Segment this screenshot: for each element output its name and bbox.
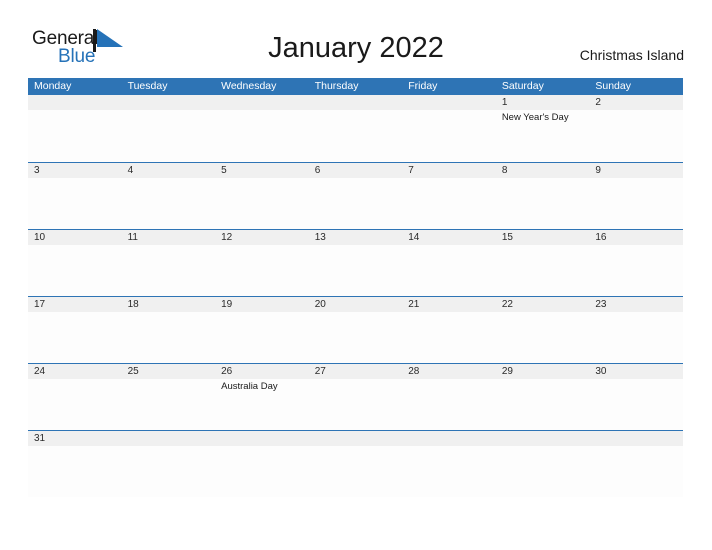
day-of-week-header-row: Monday Tuesday Wednesday Thursday Friday… <box>28 78 683 95</box>
day-cell[interactable] <box>309 431 403 498</box>
day-number: 13 <box>314 232 326 243</box>
day-cell[interactable]: 27 <box>309 364 403 431</box>
day-number: 17 <box>34 299 46 310</box>
day-number: 19 <box>221 299 233 310</box>
day-cell[interactable]: 13 <box>309 230 403 297</box>
calendar-week-row: 10 11 12 13 14 15 16 <box>28 229 683 296</box>
day-number: 2 <box>595 97 601 108</box>
day-number: 20 <box>314 299 326 310</box>
day-number: 6 <box>314 165 321 176</box>
day-cell[interactable] <box>122 431 216 498</box>
day-number: 21 <box>408 299 420 310</box>
day-cell[interactable]: 6 <box>309 163 403 230</box>
day-number: 3 <box>34 165 40 176</box>
day-of-week-monday: Monday <box>34 80 72 92</box>
day-number: 16 <box>595 232 607 243</box>
day-number: 29 <box>501 366 513 377</box>
day-number: 31 <box>34 433 46 444</box>
calendar-week-row: 3 4 5 6 7 8 9 <box>28 162 683 229</box>
calendar-page: General Blue January 2022 Christmas Isla… <box>0 0 712 550</box>
day-cell[interactable]: 8 <box>496 163 590 230</box>
day-cell[interactable]: 31 <box>28 431 122 498</box>
day-of-week-wednesday: Wednesday <box>221 80 277 92</box>
day-number: 12 <box>221 232 233 243</box>
day-number: 1 <box>501 97 508 108</box>
day-number: 8 <box>501 165 508 176</box>
day-number: 30 <box>595 366 607 377</box>
day-cell[interactable]: 25 <box>122 364 216 431</box>
day-number: 18 <box>127 299 139 310</box>
day-number: 24 <box>34 366 46 377</box>
day-cell[interactable]: 18 <box>122 297 216 364</box>
day-number: 11 <box>127 232 138 243</box>
day-cell[interactable]: 26 Australia Day <box>215 364 309 431</box>
day-cell[interactable] <box>402 431 496 498</box>
day-number: 4 <box>127 165 134 176</box>
day-cell[interactable]: 17 <box>28 297 122 364</box>
day-of-week-saturday: Saturday <box>501 80 544 92</box>
day-number: 15 <box>501 232 513 243</box>
day-cell[interactable] <box>215 95 309 162</box>
day-number: 22 <box>501 299 513 310</box>
day-event-label: New Year's Day <box>501 112 569 123</box>
day-number: 14 <box>408 232 420 243</box>
day-number: 28 <box>408 366 420 377</box>
day-number: 23 <box>595 299 607 310</box>
day-number: 10 <box>34 232 46 243</box>
day-cell[interactable]: 5 <box>215 163 309 230</box>
day-cell[interactable]: 3 <box>28 163 122 230</box>
day-cell[interactable]: 11 <box>122 230 216 297</box>
day-cell[interactable] <box>402 95 496 162</box>
day-number: 27 <box>314 366 326 377</box>
day-cell[interactable]: 7 <box>402 163 496 230</box>
day-cell[interactable] <box>215 431 309 498</box>
day-number: 7 <box>408 165 414 176</box>
day-number: 25 <box>127 366 139 377</box>
day-cell[interactable]: 24 <box>28 364 122 431</box>
day-number: 26 <box>221 366 233 377</box>
location-label: Christmas Island <box>579 47 684 63</box>
day-cell[interactable]: 28 <box>402 364 496 431</box>
day-cell[interactable]: 15 <box>496 230 590 297</box>
day-cell[interactable]: 12 <box>215 230 309 297</box>
day-cell[interactable]: 4 <box>122 163 216 230</box>
day-cell[interactable]: 20 <box>309 297 403 364</box>
calendar-week-row: 1 New Year's Day 2 <box>28 95 683 162</box>
day-cell[interactable] <box>589 431 683 498</box>
day-event-label: Australia Day <box>221 381 278 392</box>
day-of-week-sunday: Sunday <box>595 80 631 92</box>
calendar-week-row: 31 <box>28 430 683 497</box>
day-number: 5 <box>221 165 227 176</box>
day-of-week-thursday: Thursday <box>314 80 359 92</box>
day-cell[interactable]: 19 <box>215 297 309 364</box>
day-cell[interactable]: 10 <box>28 230 122 297</box>
day-cell[interactable] <box>496 431 590 498</box>
day-cell[interactable]: 16 <box>589 230 683 297</box>
calendar-grid: Monday Tuesday Wednesday Thursday Friday… <box>28 78 683 497</box>
day-cell[interactable]: 23 <box>589 297 683 364</box>
day-cell[interactable]: 1 New Year's Day <box>496 95 590 162</box>
page-header: General Blue January 2022 Christmas Isla… <box>0 0 712 78</box>
day-of-week-tuesday: Tuesday <box>127 80 168 92</box>
day-cell[interactable]: 14 <box>402 230 496 297</box>
calendar-week-row: 17 18 19 20 21 22 23 <box>28 296 683 363</box>
day-cell[interactable] <box>28 95 122 162</box>
day-number: 9 <box>595 165 601 176</box>
day-cell[interactable]: 22 <box>496 297 590 364</box>
day-cell[interactable] <box>309 95 403 162</box>
day-cell[interactable]: 2 <box>589 95 683 162</box>
day-cell[interactable]: 29 <box>496 364 590 431</box>
day-cell[interactable]: 21 <box>402 297 496 364</box>
day-of-week-friday: Friday <box>408 80 438 92</box>
day-cell[interactable] <box>122 95 216 162</box>
day-cell[interactable]: 9 <box>589 163 683 230</box>
calendar-week-row: 24 25 26 Australia Day 27 28 29 30 <box>28 363 683 430</box>
day-cell[interactable]: 30 <box>589 364 683 431</box>
